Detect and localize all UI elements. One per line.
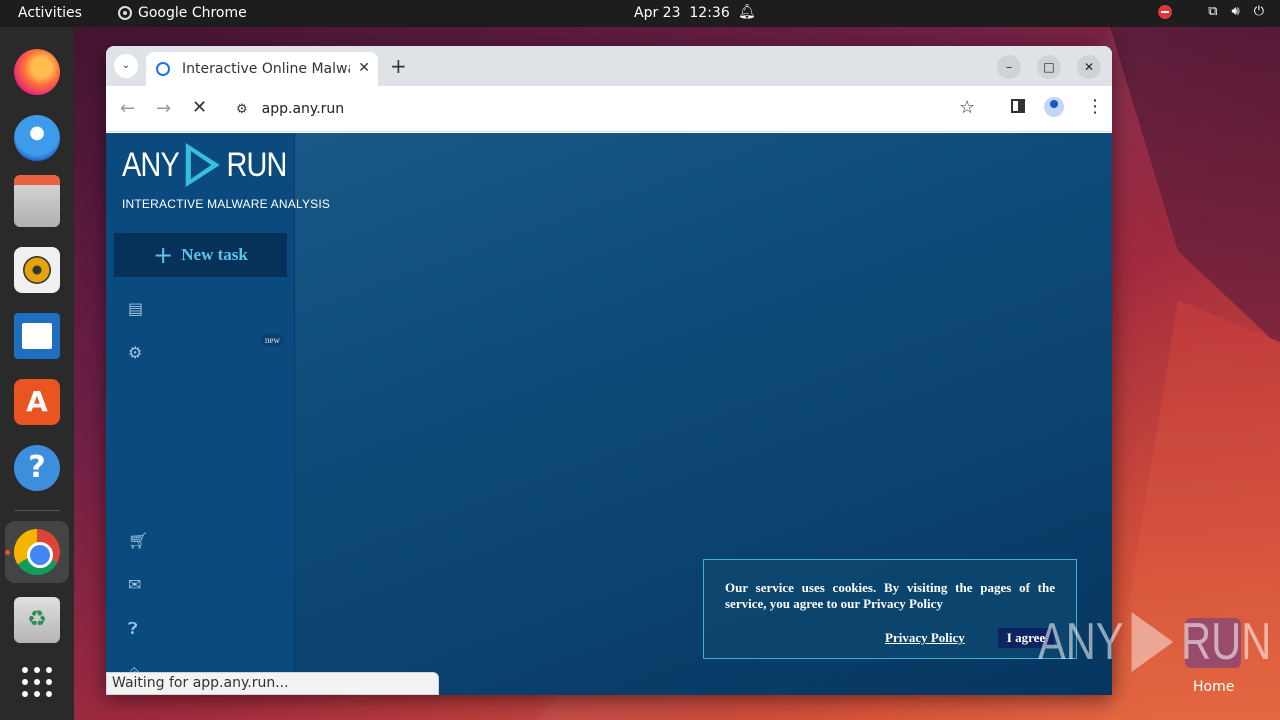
watermark-text-right: RUN	[1181, 613, 1272, 671]
chrome-window: ⌄ Interactive Online Malware ✕ + – □ ✕ ←…	[106, 46, 1112, 695]
network-icon[interactable]: ⧉	[1208, 4, 1217, 19]
activities-button[interactable]: Activities	[18, 5, 82, 21]
home-folder-label[interactable]: Home	[1193, 679, 1234, 695]
app-sidebar: ANY RUN INTERACTIVE MALWARE ANALYSIS + N…	[106, 133, 331, 695]
new-task-button[interactable]: + New task	[114, 233, 287, 277]
logo-text-right: RUN	[226, 145, 287, 184]
logo-text-left: ANY	[122, 145, 180, 184]
logo-tagline: INTERACTIVE MALWARE ANALYSIS	[122, 197, 331, 211]
chrome-menu-icon[interactable]: ⋮	[1086, 96, 1104, 117]
chrome-app-icon	[118, 6, 132, 20]
rhythmbox-icon[interactable]	[14, 247, 60, 293]
any-run-watermark: ANY RUN	[1038, 612, 1271, 672]
show-apps-icon[interactable]	[14, 659, 60, 705]
watermark-play-icon	[1131, 612, 1174, 672]
dock-separator	[14, 510, 60, 511]
mail-icon[interactable]: ✉	[128, 575, 141, 594]
threat-intel-icon[interactable]: ⚙	[128, 343, 142, 362]
libreoffice-writer-icon[interactable]	[14, 313, 60, 359]
loading-favicon-icon	[156, 62, 170, 76]
power-icon[interactable]: ⏻	[1254, 4, 1264, 19]
back-button[interactable]: ←	[120, 98, 135, 119]
app-menu-label: Google Chrome	[138, 5, 247, 21]
help-icon[interactable]: ?	[14, 445, 60, 491]
maximize-button[interactable]: □	[1037, 55, 1061, 79]
tab-search-button[interactable]: ⌄	[114, 54, 138, 78]
new-task-label: New task	[181, 245, 248, 264]
page-content: ANY RUN INTERACTIVE MALWARE ANALYSIS + N…	[106, 133, 1112, 695]
cookie-banner: Our service uses cookies. By visiting th…	[703, 559, 1077, 659]
tab-any-run[interactable]: Interactive Online Malware ✕	[146, 52, 378, 86]
site-info-icon[interactable]: ⚙	[236, 102, 248, 117]
side-panel-icon[interactable]	[1011, 99, 1025, 113]
profile-icon[interactable]	[1044, 97, 1064, 117]
reports-document-icon[interactable]: ▤	[128, 299, 143, 318]
date-text: Apr 23	[634, 5, 681, 21]
do-not-disturb-icon[interactable]	[1158, 4, 1173, 19]
tab-title: Interactive Online Malware	[182, 61, 350, 77]
clock[interactable]: Apr 23 12:36	[634, 5, 730, 21]
tab-close-icon[interactable]: ✕	[358, 60, 370, 76]
notification-bell-icon[interactable]: 🔔︎	[738, 4, 756, 20]
any-run-logo[interactable]: ANY RUN INTERACTIVE MALWARE ANALYSIS	[122, 143, 331, 211]
privacy-policy-link[interactable]: Privacy Policy	[885, 630, 965, 646]
logo-play-icon	[185, 143, 220, 187]
gnome-top-bar: Activities Google Chrome Apr 23 12:36 🔔︎…	[0, 0, 1280, 27]
system-tray[interactable]: ⧉ 🔊︎ ⏻	[1158, 4, 1264, 19]
volume-icon[interactable]: 🔊︎	[1232, 4, 1240, 19]
app-menu[interactable]: Google Chrome	[118, 5, 247, 21]
status-bubble: Waiting for app.any.run...	[106, 672, 439, 695]
google-chrome-icon[interactable]	[14, 529, 60, 575]
time-text: 12:36	[689, 5, 730, 21]
app-center-icon[interactable]: A	[14, 379, 60, 425]
files-icon[interactable]	[14, 175, 60, 227]
minimize-button[interactable]: –	[997, 55, 1021, 79]
new-badge: new	[261, 334, 284, 346]
ubuntu-dock: A ? ♻	[0, 27, 74, 720]
thunderbird-icon[interactable]	[14, 115, 60, 161]
help-circle-icon[interactable]: ❓︎	[128, 619, 138, 639]
url-text[interactable]: app.any.run	[262, 101, 345, 117]
trash-icon[interactable]: ♻	[14, 597, 60, 643]
cart-icon[interactable]: 🛒︎	[128, 531, 148, 550]
browser-toolbar: ← → ✕ ⚙ app.any.run ☆ ⋮	[106, 86, 1112, 132]
new-tab-button[interactable]: +	[390, 54, 407, 78]
plus-icon: +	[153, 241, 174, 269]
bookmark-star-icon[interactable]: ☆	[959, 97, 975, 118]
address-bar[interactable]: ⚙ app.any.run	[226, 93, 996, 125]
stop-loading-button[interactable]: ✕	[192, 97, 207, 118]
forward-button[interactable]: →	[156, 98, 171, 119]
firefox-icon[interactable]	[14, 49, 60, 95]
tab-strip: ⌄ Interactive Online Malware ✕ + – □ ✕	[106, 46, 1112, 86]
cookie-message: Our service uses cookies. By visiting th…	[725, 580, 1055, 611]
watermark-text-left: ANY	[1038, 613, 1124, 671]
close-window-button[interactable]: ✕	[1077, 55, 1101, 79]
running-indicator	[5, 550, 10, 555]
